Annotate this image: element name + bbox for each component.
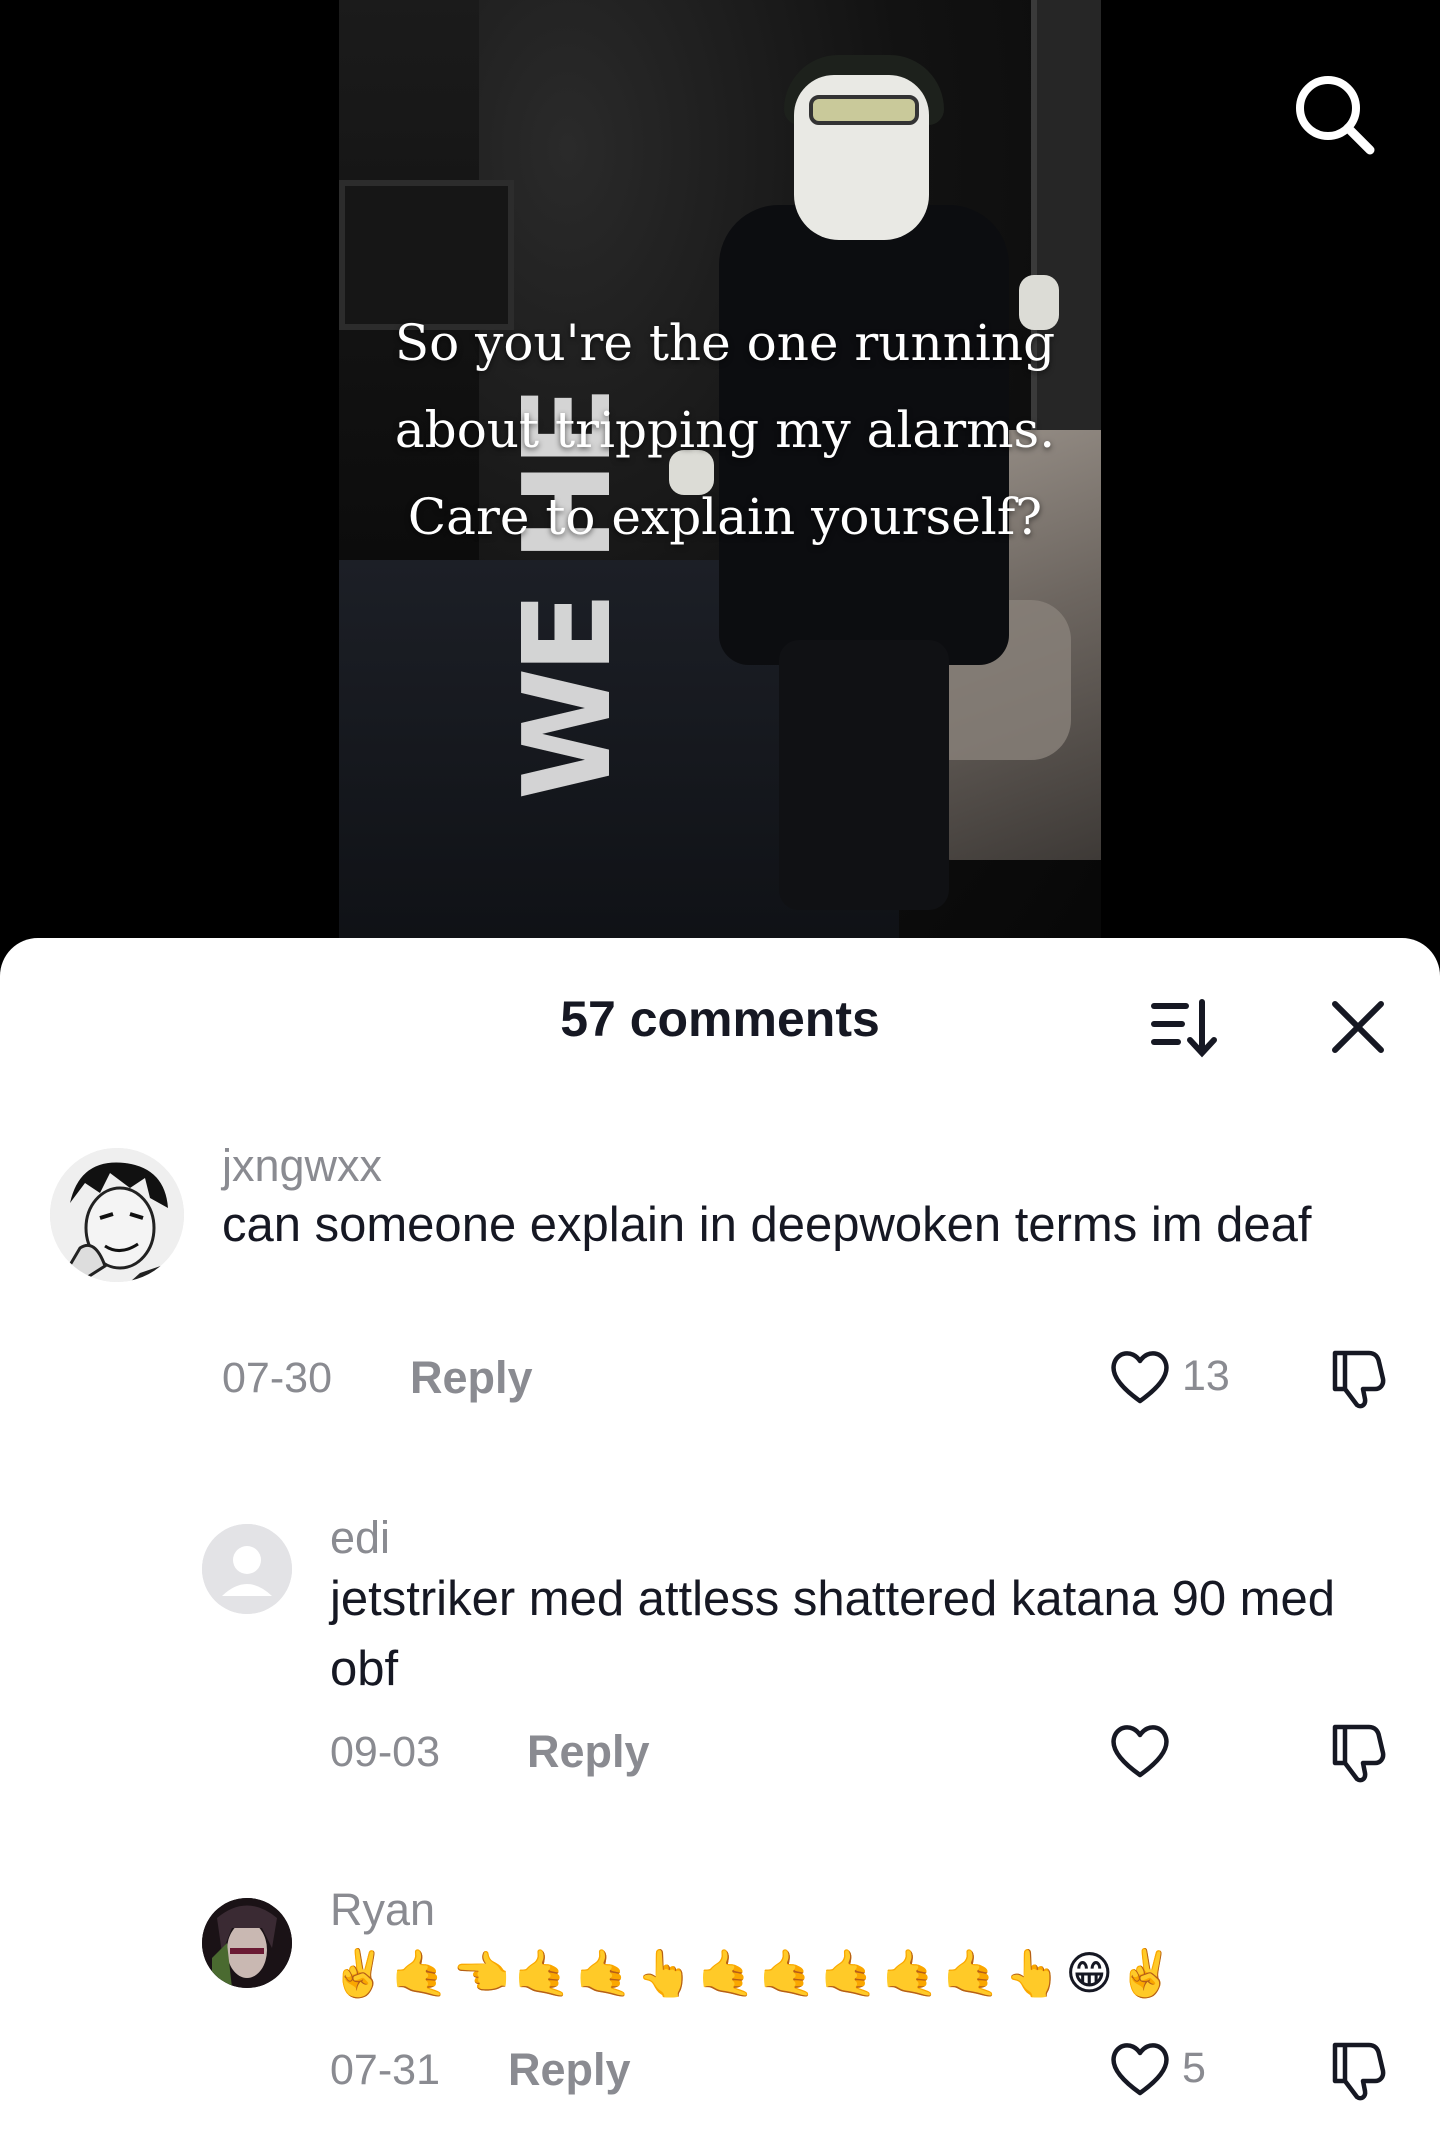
avatar[interactable] bbox=[202, 1898, 292, 1988]
like-button[interactable] bbox=[1108, 1718, 1182, 1782]
like-button[interactable]: 5 bbox=[1108, 2036, 1206, 2100]
dislike-button[interactable] bbox=[1325, 2037, 1391, 2103]
comment-date: 09-03 bbox=[330, 1728, 440, 1776]
comment-text: jetstriker med attless shattered katana … bbox=[330, 1572, 1336, 1696]
heart-icon bbox=[1111, 1725, 1169, 1778]
dislike-button[interactable] bbox=[1325, 1345, 1391, 1411]
avatar[interactable] bbox=[50, 1148, 184, 1282]
comment-username[interactable]: Ryan bbox=[330, 1884, 435, 1936]
comment-text: ✌️🤙👈🤙🤙👆🤙🤙🤙🤙🤙👆😁✌️ bbox=[330, 1947, 1179, 1999]
like-button[interactable]: 13 bbox=[1108, 1344, 1230, 1408]
dislike-button[interactable] bbox=[1325, 1719, 1391, 1785]
default-avatar-icon bbox=[202, 1524, 292, 1614]
comment-item: Ryan ✌️🤙👈🤙🤙👆🤙🤙🤙🤙🤙👆😁✌️ 07-31 Reply 5 bbox=[0, 1884, 1440, 2137]
close-icon bbox=[1332, 1001, 1384, 1053]
reply-button[interactable]: Reply bbox=[527, 1726, 650, 1778]
like-count: 5 bbox=[1182, 2043, 1206, 2092]
dislike-icon bbox=[1332, 1724, 1386, 1783]
heart-icon bbox=[1111, 1351, 1169, 1404]
comments-sheet: 57 comments jxngwxx can someone explain … bbox=[0, 938, 1440, 2137]
dislike-icon bbox=[1332, 1350, 1386, 1409]
sort-button[interactable] bbox=[1148, 996, 1220, 1060]
avatar[interactable] bbox=[202, 1524, 292, 1614]
comment-text: can someone explain in deepwoken terms i… bbox=[222, 1198, 1312, 1252]
reply-button[interactable]: Reply bbox=[508, 2044, 631, 2096]
heart-icon bbox=[1111, 2043, 1169, 2096]
close-button[interactable] bbox=[1325, 994, 1391, 1060]
video-caption: So you're the one running about tripping… bbox=[394, 314, 1056, 546]
user-photo-avatar bbox=[202, 1898, 292, 1988]
dislike-icon bbox=[1332, 2042, 1386, 2101]
comment-date: 07-30 bbox=[222, 1354, 332, 1402]
reply-button[interactable]: Reply bbox=[410, 1352, 533, 1404]
manga-avatar-image bbox=[50, 1148, 184, 1282]
comment-item: jxngwxx can someone explain in deepwoken… bbox=[0, 1140, 1440, 1438]
sort-icon bbox=[1151, 999, 1217, 1058]
comment-date: 07-31 bbox=[330, 2046, 440, 2094]
comment-username[interactable]: jxngwxx bbox=[222, 1140, 382, 1192]
like-count: 13 bbox=[1182, 1351, 1230, 1400]
video-figure-glasses bbox=[809, 95, 919, 125]
comments-count-title: 57 comments bbox=[560, 991, 880, 1047]
comment-item: edi jetstriker med attless shattered kat… bbox=[0, 1512, 1440, 1814]
video-figure-legs bbox=[779, 640, 949, 910]
search-icon bbox=[1296, 76, 1375, 155]
search-button[interactable] bbox=[1290, 70, 1380, 160]
video-area[interactable]: WE HE So you're the one running about tr… bbox=[0, 0, 1440, 990]
comment-username[interactable]: edi bbox=[330, 1512, 390, 1564]
